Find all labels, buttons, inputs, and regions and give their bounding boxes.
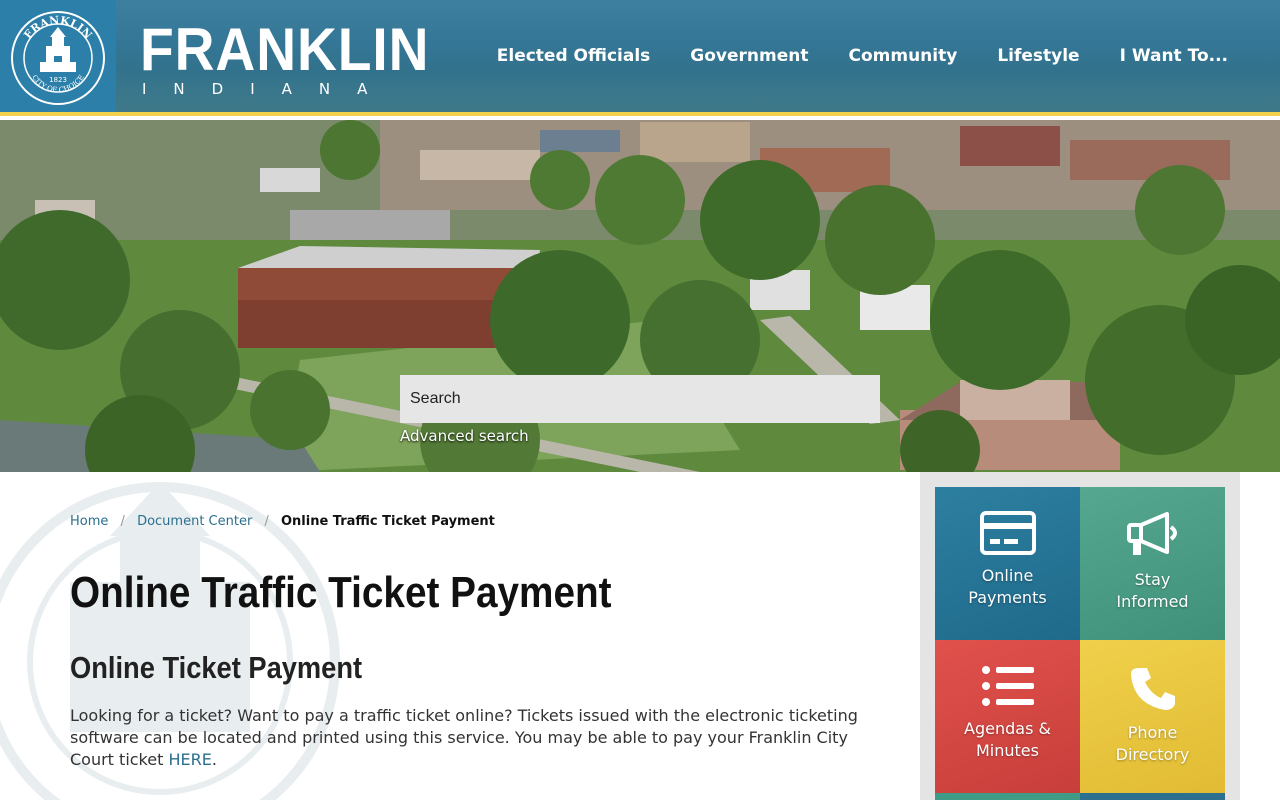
quick-links-sidebar: Online Payments Stay Informed Agendas & …	[920, 472, 1240, 800]
breadcrumb-separator: /	[120, 514, 125, 529]
site-header: FRANKLIN CITY OF CHOICE 1823 FRANKLIN IN…	[0, 0, 1280, 116]
more-tiles-edge	[935, 793, 1225, 800]
nav-elected-officials[interactable]: Elected Officials	[497, 46, 651, 66]
megaphone-icon	[1126, 512, 1177, 555]
list-icon	[981, 666, 1034, 706]
advanced-search-link[interactable]: Advanced search	[400, 427, 529, 445]
tile-label: Online Payments	[968, 566, 1047, 607]
nav-i-want-to[interactable]: I Want To...	[1120, 46, 1228, 66]
site-search: Advanced search	[400, 375, 880, 446]
nav-government[interactable]: Government	[690, 46, 808, 66]
hero-aerial-image: Advanced search	[0, 120, 1280, 472]
section-heading: Online Ticket Payment	[70, 650, 363, 685]
tile-label: Stay Informed	[1116, 570, 1189, 611]
tile-agendas-minutes[interactable]: Agendas & Minutes	[935, 640, 1080, 793]
tile-label: Phone Directory	[1115, 723, 1190, 764]
city-wordmark[interactable]: FRANKLIN INDIANA	[140, 16, 455, 99]
body-text-end: .	[211, 750, 217, 769]
header-accent-stripe	[0, 112, 1280, 116]
search-input[interactable]	[400, 375, 880, 423]
breadcrumb-document-center[interactable]: Document Center	[137, 514, 252, 529]
logo-city-name: FRANKLIN	[140, 16, 430, 83]
page-title: Online Traffic Ticket Payment	[70, 568, 612, 617]
main-content: Home / Document Center / Online Traffic …	[0, 472, 920, 800]
svg-text:1823: 1823	[49, 76, 67, 84]
pay-ticket-here-link[interactable]: HERE	[168, 750, 211, 769]
quick-link-tiles: Online Payments Stay Informed Agendas & …	[935, 487, 1225, 793]
nav-lifestyle[interactable]: Lifestyle	[997, 46, 1079, 66]
breadcrumb: Home / Document Center / Online Traffic …	[70, 514, 495, 529]
phone-icon	[1130, 668, 1175, 710]
main-navigation: Elected Officials Government Community L…	[497, 46, 1228, 66]
credit-card-icon	[979, 511, 1036, 555]
tile-stay-informed[interactable]: Stay Informed	[1080, 487, 1225, 640]
body-paragraph: Looking for a ticket? Want to pay a traf…	[70, 705, 870, 771]
breadcrumb-current: Online Traffic Ticket Payment	[280, 514, 495, 529]
breadcrumb-separator: /	[264, 514, 269, 529]
city-seal-logo[interactable]: FRANKLIN CITY OF CHOICE 1823	[0, 0, 116, 116]
nav-community[interactable]: Community	[848, 46, 957, 66]
tile-online-payments[interactable]: Online Payments	[935, 487, 1080, 640]
breadcrumb-home[interactable]: Home	[70, 514, 108, 529]
tile-phone-directory[interactable]: Phone Directory	[1080, 640, 1225, 793]
city-seal-icon: FRANKLIN CITY OF CHOICE 1823	[11, 11, 105, 105]
tile-label: Agendas & Minutes	[964, 719, 1051, 760]
